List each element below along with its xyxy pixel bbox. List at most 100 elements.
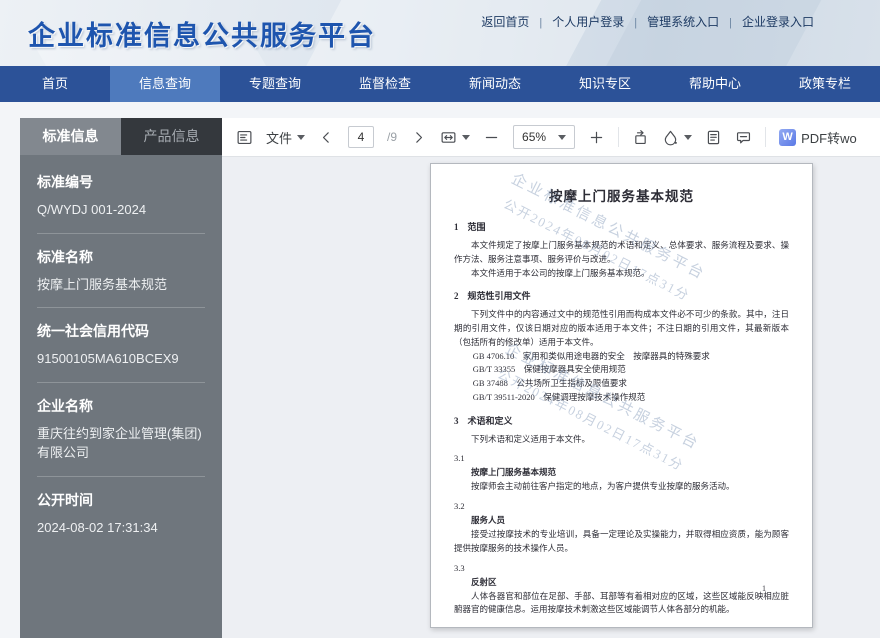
pdf-to-word-button[interactable]: W PDF转wo [779,128,857,147]
sidebar-fields: 标准编号 Q/WYDJ 001-2024 标准名称 按摩上门服务基本规范 统一社… [20,155,222,550]
fit-width-icon [441,131,456,143]
notes-icon [707,130,720,144]
section-heading: 3 术语和定义 [454,415,513,426]
chevron-left-icon [322,131,329,143]
nav-item-help-center[interactable]: 帮助中心 [660,66,770,102]
term-heading: 按摩上门服务基本规范 [471,467,557,478]
field-value: 重庆往约到家企业管理(集团)有限公司 [37,425,202,461]
section-heading: 1 范围 [454,222,486,232]
field-label: 标准编号 [37,174,93,190]
fill-color-icon [664,130,677,145]
field-value: 2024-08-02 17:31:34 [37,519,158,535]
paragraph: 按摩师会主动前往客户指定的地点，为客户提供专业按摩的服务活动。 [471,481,735,492]
notes-button[interactable] [705,129,722,146]
paragraph: 本文件适用于本公司的按摩上门服务基本规范。 [471,267,650,278]
section-heading: 2 规范性引用文件 [454,291,531,302]
field-standard-name: 标准名称 按摩上门服务基本规范 [37,234,205,308]
paragraph: 本文件规定了按摩上门服务基本规范的术语和定义、总体要求、服务流程及要求、操作方法… [454,240,789,264]
page-number: 1 [762,584,766,593]
chevron-down-icon [297,134,306,140]
file-menu-button[interactable]: 文件 [266,128,306,147]
pdf-to-word-label: PDF转wo [801,130,857,146]
link-management-portal[interactable]: 管理系统入口 [624,13,719,30]
chevron-down-icon [684,134,693,140]
term-heading: 反射区 [471,576,497,587]
comment-icon [737,131,751,143]
toolbar-divider [765,127,767,147]
word-icon: W [779,128,797,146]
paragraph: 接受过按摩技术的专业培训，具备一定理论及实操能力，并取得相应资质，能为顾客提供按… [454,529,789,553]
zoom-out-button[interactable] [483,129,500,146]
field-publish-time: 公开时间 2024-08-02 17:31:34 [37,477,205,551]
field-value: 按摩上门服务基本规范 [37,276,168,292]
pdf-page: 企业标准信息公共服务平台 公开2024年08月02日17点31分 企业标准信息公… [430,163,813,628]
nav-item-policy[interactable]: 政策专栏 [770,66,880,102]
field-standard-number: 标准编号 Q/WYDJ 001-2024 [37,159,205,234]
main-nav: 首页 信息查询 专题查询 监督检查 新闻动态 知识专区 帮助中心 政策专栏 [0,66,880,102]
paragraph: 下列文件中的内容通过文中的规范性引用而构成本文件必不可少的条款。其中，注日期的引… [454,309,789,347]
toolbar-divider [618,127,620,147]
clause-number: 3.2 [454,501,465,512]
sidebar-tabs: 标准信息 产品信息 [20,118,222,155]
pdf-content-area: 文件 4 /9 65% W PDF转wo 企业标准信息公共服务平台 公开2024… [222,118,880,638]
pdf-viewer[interactable]: 企业标准信息公共服务平台 公开2024年08月02日17点31分 企业标准信息公… [222,157,880,638]
rotate-button[interactable] [632,129,649,146]
nav-item-home[interactable]: 首页 [0,66,110,102]
nav-item-news[interactable]: 新闻动态 [440,66,550,102]
fill-color-button[interactable] [662,129,693,146]
chevron-down-icon [558,134,567,140]
document-title: 按摩上门服务基本规范 [549,189,694,204]
chevron-right-icon [416,131,423,143]
field-credit-code: 统一社会信用代码 91500105MA610BCEX9 [37,308,205,383]
pdf-page-content: 企业标准信息公共服务平台 公开2024年08月02日17点31分 企业标准信息公… [431,164,812,627]
link-return-home[interactable]: 返回首页 [481,13,529,30]
comment-button[interactable] [735,129,752,146]
reference-item: GB/T 33355 保健按摩器具安全使用规范 [472,364,626,375]
header-decor-shape [582,0,838,66]
zoom-out-icon [485,136,498,138]
standard-info-sidebar: 标准信息 产品信息 标准编号 Q/WYDJ 001-2024 标准名称 按摩上门… [20,118,222,638]
zoom-level-value: 65% [522,130,547,144]
nav-item-topic-query[interactable]: 专题查询 [220,66,330,102]
field-label: 公开时间 [37,491,93,508]
link-personal-login[interactable]: 个人用户登录 [529,13,624,30]
field-enterprise-name: 企业名称 重庆往约到家企业管理(集团)有限公司 [37,383,205,477]
field-label: 企业名称 [37,397,93,414]
nav-item-knowledge[interactable]: 知识专区 [550,66,660,102]
main-area: 标准信息 产品信息 标准编号 Q/WYDJ 001-2024 标准名称 按摩上门… [0,102,880,638]
tab-product-info[interactable]: 产品信息 [121,118,222,155]
nav-item-supervision[interactable]: 监督检查 [330,66,440,102]
thumbnail-panel-icon[interactable] [236,129,253,146]
tab-standard-info[interactable]: 标准信息 [20,118,121,155]
zoom-in-button[interactable] [588,129,605,146]
paragraph: 下列术语和定义适用于本文件。 [471,433,591,444]
header-links: 返回首页 个人用户登录 管理系统入口 企业登录入口 [481,13,814,30]
prev-page-button[interactable] [318,129,335,146]
chevron-down-icon [462,134,471,140]
reference-item: GB 4706.10 家用和类似用途电器的安全 按摩器具的特殊要求 [472,350,710,361]
zoom-in-icon [590,131,603,143]
reference-item: GB/T 39511-2020 保健调理按摩技术操作规范 [472,391,646,402]
clause-number: 3.3 [454,562,465,573]
link-enterprise-login[interactable]: 企业登录入口 [719,13,814,30]
reference-item: GB 37488 公共场所卫生指标及限值要求 [472,378,627,389]
field-label: 统一社会信用代码 [37,323,149,339]
next-page-button[interactable] [410,129,427,146]
field-value: Q/WYDJ 001-2024 [37,202,147,217]
pdf-toolbar: 文件 4 /9 65% W PDF转wo [222,118,880,157]
file-menu-label: 文件 [266,130,293,146]
page-total-label: /9 [387,130,398,144]
clause-number: 3.1 [454,453,465,464]
rotate-icon [635,129,646,144]
app-window: 企业标准信息公共服务平台 返回首页 个人用户登录 管理系统入口 企业登录入口 首… [0,0,880,638]
term-heading: 服务人员 [471,515,506,526]
nav-item-info-query[interactable]: 信息查询 [110,66,220,102]
page-number-input[interactable]: 4 [348,126,375,148]
site-header: 企业标准信息公共服务平台 返回首页 个人用户登录 管理系统入口 企业登录入口 [0,0,880,66]
paragraph: 人体各器官和部位在足部、手部、耳部等有着相对应的区域，这些区域能反映相应脏腑器官… [454,590,789,615]
fit-width-button[interactable] [440,129,471,146]
site-title: 企业标准信息公共服务平台 [28,21,376,51]
field-label: 标准名称 [37,248,93,265]
zoom-level-select[interactable]: 65% [513,125,576,149]
field-value: 91500105MA610BCEX9 [37,351,179,366]
